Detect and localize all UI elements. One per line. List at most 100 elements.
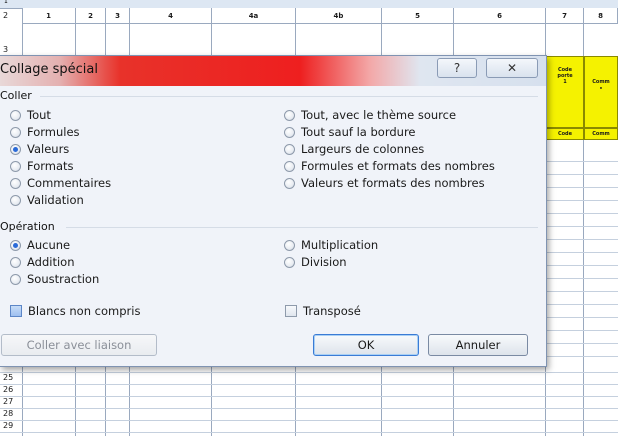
paste-option-all-source-theme[interactable]: Tout, avec le thème source (284, 108, 456, 123)
option-label: Multiplication (301, 238, 379, 252)
help-button[interactable]: ? (437, 58, 477, 78)
radio-button[interactable] (10, 257, 21, 268)
row-number-26: 26 (3, 385, 14, 394)
grid-line (546, 174, 618, 175)
radio-button[interactable] (10, 127, 21, 138)
grid-line (546, 265, 618, 266)
radio-button[interactable] (284, 161, 295, 172)
grid-line (546, 291, 618, 292)
column-header-3[interactable]: 3 (106, 8, 130, 24)
radio-button[interactable] (10, 195, 21, 206)
column-header-7[interactable]: 7 (546, 8, 584, 24)
row-number-28: 28 (3, 409, 14, 418)
grid-line (0, 432, 618, 433)
option-label: Formats (27, 159, 74, 173)
radio-button[interactable] (10, 178, 21, 189)
option-label: Tout (27, 108, 51, 122)
option-label: Division (301, 255, 347, 269)
column-header-6[interactable]: 6 (454, 8, 546, 24)
radio-button[interactable] (10, 274, 21, 285)
skip-blanks-checkbox[interactable]: Blancs non compris (10, 304, 140, 319)
section-divider (66, 227, 538, 228)
option-label: Formules et formats des nombres (301, 159, 495, 173)
grid-line (546, 330, 618, 331)
radio-button[interactable] (284, 240, 295, 251)
option-label: Aucune (27, 238, 71, 252)
checkbox-label: Blancs non compris (28, 304, 141, 318)
operation-option-add[interactable]: Addition (10, 255, 75, 270)
paste-option-formats[interactable]: Formats (10, 159, 74, 174)
yellow-header-cell[interactable]: Code (546, 128, 584, 140)
grid-line (0, 396, 618, 397)
radio-button[interactable] (10, 110, 21, 121)
grid-line (546, 200, 618, 201)
cancel-button[interactable]: Annuler (428, 334, 528, 356)
checkbox[interactable] (285, 305, 297, 317)
checkbox[interactable] (10, 305, 22, 317)
radio-button[interactable] (10, 240, 21, 251)
column-header-8[interactable]: 8 (584, 8, 618, 24)
operation-section-label: Opération (0, 220, 55, 233)
option-label: Valeurs et formats des nombres (301, 176, 485, 190)
yellow-header-cell[interactable]: Comm (584, 128, 618, 140)
operation-option-none[interactable]: Aucune (10, 238, 70, 253)
paste-option-validation[interactable]: Validation (10, 193, 84, 208)
transpose-checkbox[interactable]: Transposé (285, 304, 361, 319)
option-label: Commentaires (27, 176, 112, 190)
radio-button[interactable] (284, 144, 295, 155)
option-label: Addition (27, 255, 75, 269)
paste-option-column-widths[interactable]: Largeurs de colonnes (284, 142, 424, 157)
paste-special-dialog: Collage spécial ? ✕ Coller Tout Formules… (0, 55, 547, 367)
dialog-titlebar[interactable]: Collage spécial ? ✕ (0, 56, 546, 86)
row-number-29: 29 (3, 421, 14, 430)
column-header-1[interactable]: 1 (22, 8, 76, 24)
paste-link-button[interactable]: Coller avec liaison (1, 334, 157, 356)
paste-section-label: Coller (0, 89, 32, 102)
section-divider (40, 96, 538, 97)
operation-option-subtract[interactable]: Soustraction (10, 272, 99, 287)
grid-line (546, 278, 618, 279)
grid-line (0, 408, 618, 409)
row-number-27: 27 (3, 397, 14, 406)
column-header-4a[interactable]: 4a (212, 8, 296, 24)
column-header-4b[interactable]: 4b (296, 8, 382, 24)
paste-option-comments[interactable]: Commentaires (10, 176, 111, 191)
operation-option-multiply[interactable]: Multiplication (284, 238, 378, 253)
radio-button[interactable] (284, 257, 295, 268)
radio-button[interactable] (284, 110, 295, 121)
option-label: Soustraction (27, 272, 100, 286)
grid-line (546, 161, 618, 162)
column-header-2[interactable]: 2 (76, 8, 106, 24)
option-label: Tout sauf la bordure (301, 125, 416, 139)
grid-line (546, 226, 618, 227)
close-button[interactable]: ✕ (486, 58, 538, 78)
column-header-4[interactable]: 4 (130, 8, 212, 24)
help-icon: ? (453, 61, 461, 75)
radio-button[interactable] (284, 127, 295, 138)
grid-line (546, 239, 618, 240)
dialog-title: Collage spécial (0, 62, 98, 77)
grid-line (546, 187, 618, 188)
grid-line (546, 213, 618, 214)
yellow-header-cell[interactable]: Code porte 1 (546, 56, 584, 128)
paste-option-all[interactable]: Tout (10, 108, 51, 123)
option-label: Validation (27, 193, 84, 207)
operation-option-divide[interactable]: Division (284, 255, 347, 270)
radio-button[interactable] (284, 178, 295, 189)
option-label: Tout, avec le thème source (301, 108, 457, 122)
paste-option-values[interactable]: Valeurs (10, 142, 69, 157)
grid-line (546, 343, 618, 344)
paste-option-all-except-borders[interactable]: Tout sauf la bordure (284, 125, 416, 140)
grid-line (546, 304, 618, 305)
paste-option-formulas-number-formats[interactable]: Formules et formats des nombres (284, 159, 495, 174)
grid-line (546, 252, 618, 253)
paste-option-formulas[interactable]: Formules (10, 125, 80, 140)
row-number-2: 2 (3, 11, 9, 20)
radio-button[interactable] (10, 161, 21, 172)
yellow-header-cell[interactable]: Comm • (584, 56, 618, 128)
ok-button[interactable]: OK (313, 334, 419, 356)
radio-button[interactable] (10, 144, 21, 155)
option-label: Largeurs de colonnes (301, 142, 425, 156)
paste-option-values-number-formats[interactable]: Valeurs et formats des nombres (284, 176, 485, 191)
column-header-5[interactable]: 5 (382, 8, 454, 24)
